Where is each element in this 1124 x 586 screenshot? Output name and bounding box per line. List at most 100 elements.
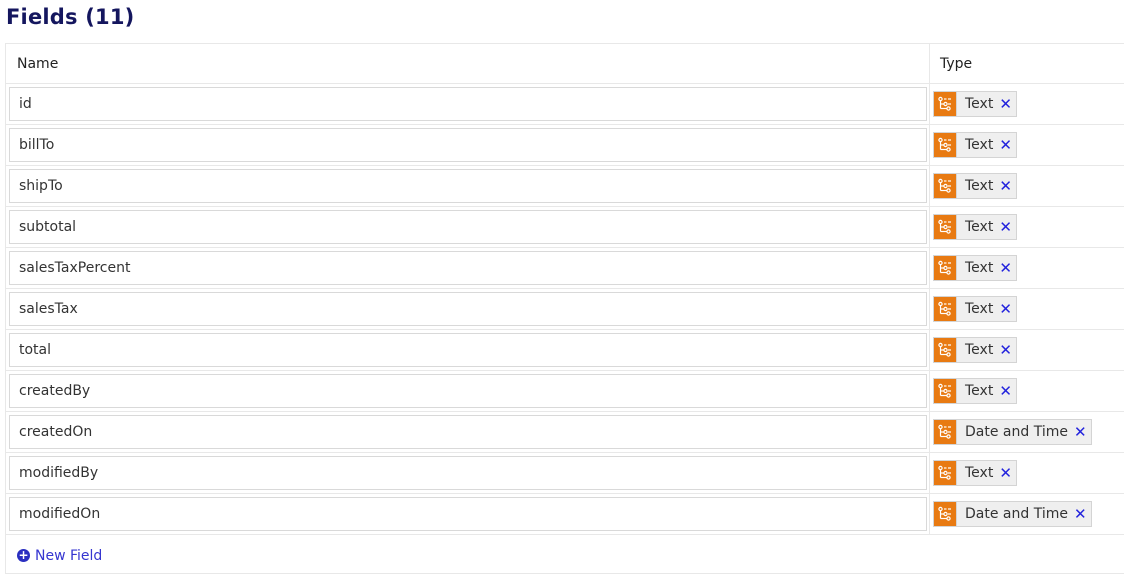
field-type-label: Text (965, 465, 994, 481)
plus-circle-icon: + (17, 548, 30, 563)
field-row: Text ✕ (5, 247, 1124, 289)
field-type-chip[interactable]: Text ✕ (933, 91, 1017, 117)
field-name-input[interactable] (9, 169, 927, 203)
remove-type-button[interactable]: ✕ (997, 174, 1016, 198)
field-type-label: Text (965, 383, 994, 399)
remove-type-button[interactable]: ✕ (997, 256, 1016, 280)
remove-type-button[interactable]: ✕ (1072, 502, 1091, 526)
field-row: Text ✕ (5, 206, 1124, 248)
table-header-row: Name Type (5, 43, 1124, 84)
field-type-cell: Text ✕ (929, 247, 1124, 289)
column-header-type: Type (929, 43, 1124, 84)
field-type-label: Text (965, 301, 994, 317)
data-type-icon (934, 502, 957, 526)
data-type-icon (934, 133, 957, 157)
field-type-chip[interactable]: Text ✕ (933, 460, 1017, 486)
remove-type-button[interactable]: ✕ (997, 461, 1016, 485)
new-field-link[interactable]: + New Field (17, 548, 102, 564)
data-type-icon (934, 174, 957, 198)
field-name-input[interactable] (9, 333, 927, 367)
field-type-cell: Date and Time ✕ (929, 493, 1124, 535)
field-type-cell: Text ✕ (929, 370, 1124, 412)
field-type-label: Text (965, 342, 994, 358)
field-type-cell: Text ✕ (929, 329, 1124, 371)
remove-type-button[interactable]: ✕ (997, 338, 1016, 362)
field-name-cell (5, 411, 930, 453)
field-type-label: Text (965, 137, 994, 153)
field-name-input[interactable] (9, 374, 927, 408)
field-name-input[interactable] (9, 87, 927, 121)
fields-body: Text ✕ (5, 83, 1124, 535)
field-row: Text ✕ (5, 83, 1124, 125)
data-type-icon (934, 92, 957, 116)
field-name-input[interactable] (9, 292, 927, 326)
data-type-icon (934, 379, 957, 403)
field-row: Date and Time ✕ (5, 411, 1124, 453)
field-type-label: Date and Time (965, 506, 1068, 522)
data-type-icon (934, 420, 957, 444)
data-type-icon (934, 338, 957, 362)
field-name-cell (5, 124, 930, 166)
field-type-label: Text (965, 219, 994, 235)
field-type-cell: Date and Time ✕ (929, 411, 1124, 453)
field-type-label: Date and Time (965, 424, 1068, 440)
column-header-name-label: Name (17, 55, 59, 72)
field-type-chip[interactable]: Text ✕ (933, 214, 1017, 240)
field-name-cell (5, 452, 930, 494)
field-row: Text ✕ (5, 124, 1124, 166)
field-name-input[interactable] (9, 456, 927, 490)
field-type-chip[interactable]: Text ✕ (933, 378, 1017, 404)
field-type-chip[interactable]: Date and Time ✕ (933, 419, 1092, 445)
field-name-cell (5, 493, 930, 535)
data-type-icon (934, 297, 957, 321)
fields-table: Name Type id Text ✕ billTo Text ✕ shipTo… (5, 43, 1124, 574)
field-type-cell: Text ✕ (929, 165, 1124, 207)
field-type-label: Text (965, 178, 994, 194)
field-name-cell (5, 83, 930, 125)
field-name-cell (5, 247, 930, 289)
field-type-cell: Text ✕ (929, 83, 1124, 125)
field-row: Text ✕ (5, 329, 1124, 371)
field-name-input[interactable] (9, 251, 927, 285)
field-type-chip[interactable]: Text ✕ (933, 255, 1017, 281)
data-type-icon (934, 256, 957, 280)
field-row: Date and Time ✕ (5, 493, 1124, 535)
remove-type-button[interactable]: ✕ (997, 215, 1016, 239)
remove-type-button[interactable]: ✕ (1072, 420, 1091, 444)
table-footer-row: + New Field (5, 534, 1124, 574)
remove-type-button[interactable]: ✕ (997, 92, 1016, 116)
field-name-cell (5, 206, 930, 248)
field-type-label: Text (965, 96, 994, 112)
field-type-label: Text (965, 260, 994, 276)
data-type-icon (934, 215, 957, 239)
page-title: Fields (11) (6, 5, 135, 29)
field-type-cell: Text ✕ (929, 206, 1124, 248)
remove-type-button[interactable]: ✕ (997, 133, 1016, 157)
field-type-chip[interactable]: Text ✕ (933, 173, 1017, 199)
new-field-label: New Field (35, 547, 103, 564)
remove-type-button[interactable]: ✕ (997, 379, 1016, 403)
column-header-name: Name (5, 43, 930, 84)
field-name-input[interactable] (9, 128, 927, 162)
field-name-cell (5, 288, 930, 330)
field-type-chip[interactable]: Text ✕ (933, 132, 1017, 158)
field-type-cell: Text ✕ (929, 124, 1124, 166)
column-header-type-label: Type (940, 55, 973, 72)
field-name-input[interactable] (9, 497, 927, 531)
data-type-icon (934, 461, 957, 485)
field-row: Text ✕ (5, 452, 1124, 494)
field-type-cell: Text ✕ (929, 288, 1124, 330)
field-row: Text ✕ (5, 165, 1124, 207)
field-type-chip[interactable]: Date and Time ✕ (933, 501, 1092, 527)
field-type-chip[interactable]: Text ✕ (933, 296, 1017, 322)
field-name-cell (5, 165, 930, 207)
field-type-chip[interactable]: Text ✕ (933, 337, 1017, 363)
field-name-input[interactable] (9, 415, 927, 449)
remove-type-button[interactable]: ✕ (997, 297, 1016, 321)
field-name-input[interactable] (9, 210, 927, 244)
field-name-cell (5, 370, 930, 412)
field-row: Text ✕ (5, 288, 1124, 330)
new-field-cell: + New Field (5, 534, 1124, 574)
field-name-cell (5, 329, 930, 371)
field-row: Text ✕ (5, 370, 1124, 412)
